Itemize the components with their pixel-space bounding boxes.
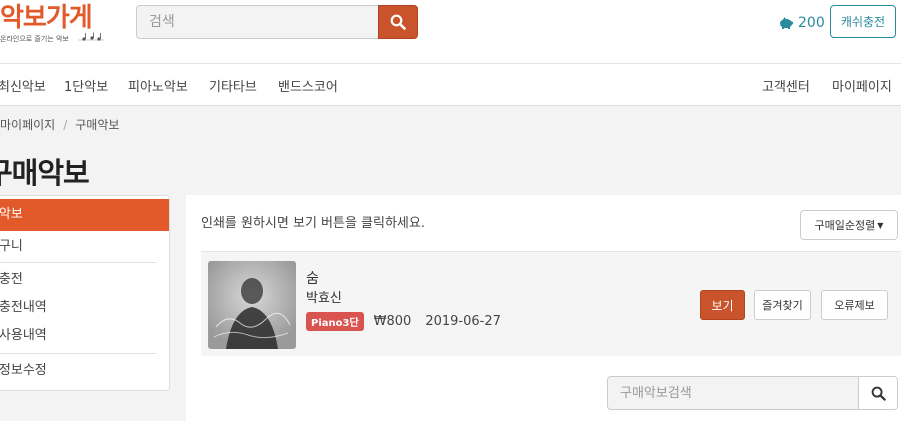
report-error-button[interactable]: 오류제보 <box>821 290 888 320</box>
piggy-bank-icon <box>780 17 794 29</box>
song-meta: Piano3단 ₩800 2019-06-27 <box>306 312 501 331</box>
cash-charge-button[interactable]: 캐쉬충전 <box>830 5 896 38</box>
sidebar-item-label: 구매악보 <box>0 207 23 222</box>
search-icon <box>871 386 886 401</box>
level-badge: Piano3단 <box>306 312 364 331</box>
cash-balance[interactable]: 200 <box>778 13 825 33</box>
search-button[interactable] <box>378 5 418 39</box>
song-title[interactable]: 숨 <box>306 268 319 288</box>
main-nav: 최신악보 1단악보 피아노악보 기타타브 밴드스코어 고객센터 마이페이지 <box>0 63 901 106</box>
sidebar-item-label: 캐쉬사용내역 <box>0 328 47 343</box>
site-search <box>136 5 418 39</box>
logo-subtitle: 온라인으로 즐기는 악보 <box>0 35 69 43</box>
sort-dropdown[interactable]: 구매일순정렬 ▼ <box>800 210 898 240</box>
nav-one-stave[interactable]: 1단악보 <box>64 76 108 95</box>
nav-piano[interactable]: 피아노악보 <box>128 76 188 95</box>
breadcrumb-my-page[interactable]: 마이페이지 <box>0 118 55 132</box>
music-notes-icon <box>78 32 104 41</box>
sidebar-divider <box>0 262 156 263</box>
site-logo[interactable]: 악보가게 온라인으로 즐기는 악보 <box>0 2 110 46</box>
sidebar-item-usage-history[interactable]: 캐쉬사용내역 <box>0 320 169 352</box>
purchase-date: 2019-06-27 <box>425 314 501 329</box>
album-art-image <box>208 261 296 349</box>
song-artist: 박효신 <box>306 291 342 306</box>
sidebar-item-purchased[interactable]: 구매악보 <box>0 199 169 231</box>
album-cover[interactable] <box>208 261 296 349</box>
view-button[interactable]: 보기 <box>700 290 745 320</box>
nav-guitar-tab[interactable]: 기타타브 <box>209 76 257 95</box>
nav-band-score[interactable]: 밴드스코어 <box>278 76 338 95</box>
nav-latest[interactable]: 최신악보 <box>0 76 46 95</box>
purchased-search <box>607 376 898 410</box>
nav-customer-center[interactable]: 고객센터 <box>762 76 810 95</box>
breadcrumb-separator: / <box>63 118 68 132</box>
sidebar-item-label: 캐쉬충전내역 <box>0 300 47 315</box>
site-header: 악보가게 온라인으로 즐기는 악보 200 <box>0 0 901 62</box>
print-notice: 인쇄를 원하시면 보기 버튼을 클릭하세요. <box>201 216 425 231</box>
sidebar-item-edit-profile[interactable]: 회원정보수정 <box>0 355 169 387</box>
search-input[interactable] <box>136 5 379 39</box>
purchase-list-panel: 인쇄를 원하시면 보기 버튼을 클릭하세요. 구매일순정렬 ▼ 숨 박효신 Pi… <box>186 195 901 421</box>
purchase-row: 숨 박효신 Piano3단 ₩800 2019-06-27 보기 즐겨찾기 오류… <box>201 251 901 356</box>
breadcrumb: 마이페이지 / 구매악보 <box>0 116 119 133</box>
purchased-search-button[interactable] <box>858 376 898 410</box>
breadcrumb-current: 구매악보 <box>75 118 120 132</box>
favorite-button[interactable]: 즐겨찾기 <box>754 290 811 320</box>
sidebar-item-cart[interactable]: 장바구니 <box>0 231 169 263</box>
page-title: 구매악보 <box>0 156 90 190</box>
sidebar-item-label: 캐쉬충전 <box>0 272 23 287</box>
sidebar: 구매악보 장바구니 캐쉬충전 캐쉬충전내역 캐쉬사용내역 회원정보수정 <box>0 195 170 391</box>
search-icon <box>390 14 406 30</box>
nav-my-page[interactable]: 마이페이지 <box>832 76 892 95</box>
song-price: ₩800 <box>373 314 412 329</box>
cash-amount: 200 <box>798 15 825 31</box>
sidebar-item-label: 회원정보수정 <box>0 363 47 378</box>
purchased-search-input[interactable] <box>607 376 859 410</box>
sort-label: 구매일순정렬 <box>814 219 876 232</box>
caret-down-icon: ▼ <box>877 220 884 230</box>
logo-title: 악보가게 <box>0 3 93 33</box>
sidebar-item-label: 장바구니 <box>0 239 23 254</box>
sidebar-divider <box>0 353 156 354</box>
